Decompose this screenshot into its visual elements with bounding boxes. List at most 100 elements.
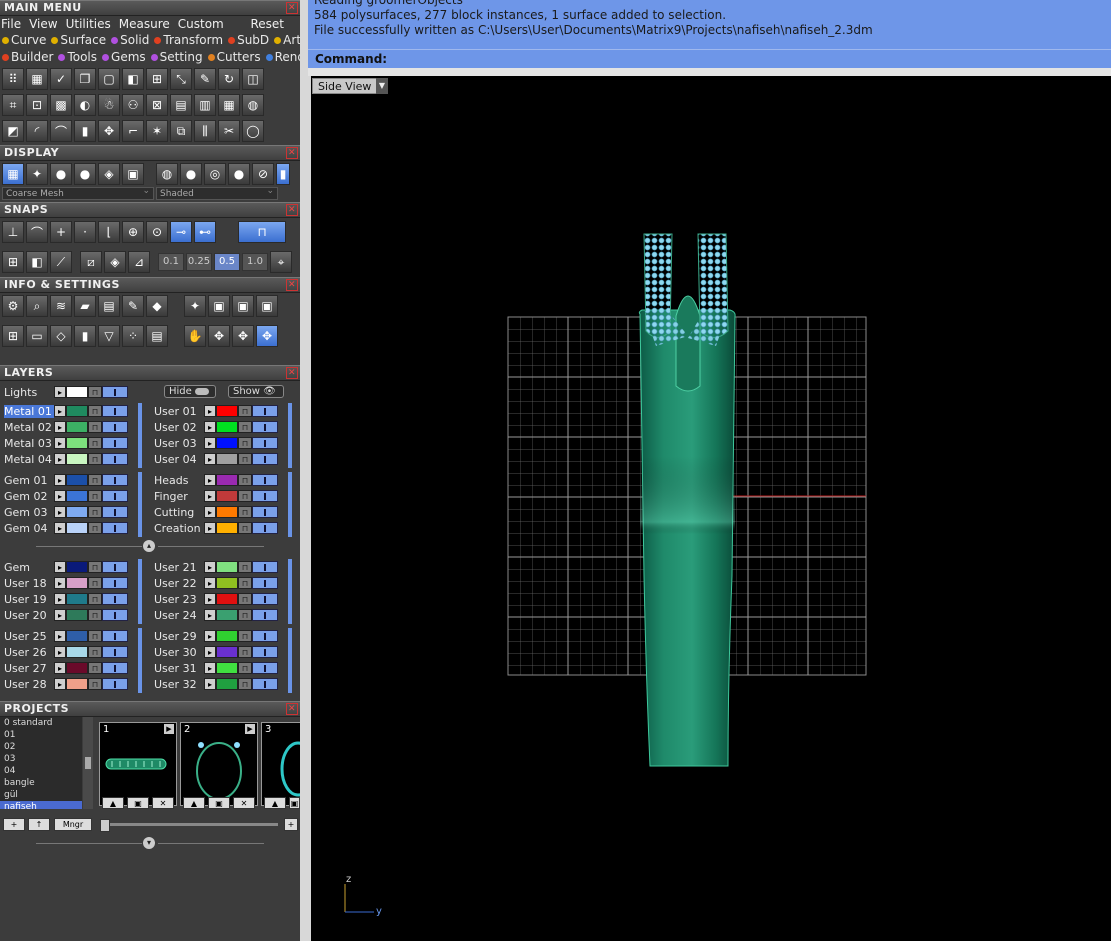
curve-dots-icon[interactable]: ⌒ <box>50 120 72 142</box>
snap-circle-icon[interactable]: ⊙ <box>146 221 168 243</box>
shade-select[interactable]: Shaded <box>156 185 278 200</box>
up-icon[interactable]: ▲ <box>102 797 124 809</box>
layer-arrow-icon[interactable]: ▸ <box>54 453 66 465</box>
tab-gems[interactable]: Gems <box>102 49 146 66</box>
axis-icon[interactable]: ⊿ <box>128 251 150 273</box>
layer-name[interactable]: User 28 <box>4 678 54 691</box>
layer-color-swatch[interactable] <box>216 678 238 690</box>
scroll-thumb[interactable] <box>85 757 91 769</box>
snap-perp-icon[interactable]: ⊥ <box>2 221 24 243</box>
layer-arrow-icon[interactable]: ▸ <box>204 593 216 605</box>
layer-name[interactable]: Heads <box>154 474 204 487</box>
sphere-ghost-icon[interactable]: ◎ <box>204 163 226 185</box>
layer-row[interactable]: User 25 ▸ ⊓ <box>4 628 128 644</box>
tile-icon[interactable]: ▦ <box>218 94 240 116</box>
layer-row[interactable]: User 29 ▸ ⊓ <box>154 628 278 644</box>
lock-icon[interactable]: ⊓ <box>238 662 252 674</box>
layer-name[interactable]: User 02 <box>154 421 204 434</box>
tab-transform[interactable]: Transform <box>154 32 223 49</box>
zoom-slider[interactable] <box>100 819 278 832</box>
up-icon[interactable]: ▲ <box>264 797 286 809</box>
stone-copy-icon[interactable]: ▣ <box>232 295 254 317</box>
layer-color-swatch[interactable] <box>66 522 88 534</box>
layer-name[interactable]: Gem 02 <box>4 490 54 503</box>
project-list-item[interactable]: gül <box>0 789 82 801</box>
layer-arrow-icon[interactable]: ▸ <box>54 662 66 674</box>
eye-plane-icon[interactable]: ◈ <box>104 251 126 273</box>
layer-arrow-icon[interactable]: ▸ <box>204 522 216 534</box>
layer-arrow-icon[interactable]: ▸ <box>204 609 216 621</box>
grid-points-icon[interactable]: ⠿ <box>2 68 24 90</box>
lock-icon[interactable]: ⊓ <box>88 662 102 674</box>
copy-icon[interactable]: ❐ <box>74 68 96 90</box>
close-icon[interactable]: ✕ <box>286 279 298 291</box>
snap-intersect-icon[interactable]: + <box>50 221 72 243</box>
layer-name[interactable]: User 03 <box>154 437 204 450</box>
layer-color-swatch[interactable] <box>216 490 238 502</box>
layer-arrow-icon[interactable]: ▸ <box>54 609 66 621</box>
play-icon[interactable]: ▶ <box>164 724 174 734</box>
scatter-icon[interactable]: ⁘ <box>122 325 144 347</box>
lock-icon[interactable]: ⊓ <box>238 522 252 534</box>
lock-icon[interactable]: ⊓ <box>238 609 252 621</box>
snap-mid-icon[interactable]: ⊸ <box>170 221 192 243</box>
layer-color-swatch[interactable] <box>66 421 88 433</box>
figure-icon[interactable]: ☃ <box>98 94 120 116</box>
layer-name[interactable]: User 31 <box>154 662 204 675</box>
layer-row[interactable]: User 24 ▸ ⊓ <box>154 607 278 623</box>
lock-icon[interactable]: ⊓ <box>88 474 102 486</box>
layer-name[interactable]: User 29 <box>154 630 204 643</box>
save-icon[interactable]: ▣ <box>208 797 230 809</box>
layer-row[interactable]: User 32 ▸ ⊓ <box>154 676 278 692</box>
layer-row[interactable]: Gem 02 ▸ ⊓ <box>4 488 128 504</box>
lights-arrow-icon[interactable]: ▸ <box>54 386 66 398</box>
lock-icon[interactable]: ⊓ <box>88 593 102 605</box>
sphere-wire-icon[interactable]: ◍ <box>156 163 178 185</box>
layer-row[interactable]: User 28 ▸ ⊓ <box>4 676 128 692</box>
layer-row[interactable]: User 02 ▸ ⊓ <box>154 419 278 435</box>
layer-row[interactable]: Metal 03 ▸ ⊓ <box>4 435 128 451</box>
sphere-gloss-icon[interactable]: ● <box>228 163 250 185</box>
layer-arrow-icon[interactable]: ▸ <box>204 577 216 589</box>
layer-name[interactable]: User 23 <box>154 593 204 606</box>
lock-icon[interactable]: ⊓ <box>88 405 102 417</box>
save-icon[interactable]: ▣ <box>289 797 300 809</box>
tab-art[interactable]: Art <box>274 32 300 49</box>
brush-icon[interactable]: ✦ <box>184 295 206 317</box>
visibility-toggle[interactable] <box>252 506 278 518</box>
layer-color-swatch[interactable] <box>66 453 88 465</box>
cut-icon[interactable]: ✂ <box>218 120 240 142</box>
visibility-toggle[interactable] <box>102 561 128 573</box>
slider-handle[interactable] <box>100 819 110 832</box>
layer-arrow-icon[interactable]: ▸ <box>54 630 66 642</box>
visibility-toggle[interactable] <box>102 646 128 658</box>
up-arrow-icon[interactable]: ↑ <box>28 818 50 831</box>
project-list-item[interactable]: 02 <box>0 741 82 753</box>
layer-group-bar[interactable] <box>138 472 142 537</box>
layer-color-swatch[interactable] <box>66 630 88 642</box>
cube-snap-icon[interactable]: ◧ <box>26 251 48 273</box>
ring-icon[interactable]: ◯ <box>242 120 264 142</box>
project-thumb-2[interactable]: 2 ▶ <box>180 722 258 806</box>
hide-button[interactable]: Hide <box>164 385 216 398</box>
layer-name[interactable]: User 32 <box>154 678 204 691</box>
layer-arrow-icon[interactable]: ▸ <box>54 646 66 658</box>
layer-arrow-icon[interactable]: ▸ <box>204 630 216 642</box>
wire-grid-icon[interactable]: ▦ <box>2 163 24 185</box>
lock-icon[interactable]: ⊓ <box>88 490 102 502</box>
stone-remove-icon[interactable]: ▣ <box>256 295 278 317</box>
layer-arrow-icon[interactable]: ▸ <box>54 506 66 518</box>
layer-name[interactable]: Creation <box>154 522 204 535</box>
layer-row[interactable]: Gem 01 ▸ ⊓ <box>4 472 128 488</box>
command-input[interactable]: Command: <box>308 49 1111 68</box>
tab-builder[interactable]: Builder <box>2 49 53 66</box>
cube-icon[interactable]: ◧ <box>122 68 144 90</box>
layer-color-swatch[interactable] <box>66 474 88 486</box>
filter-icon[interactable]: ▽ <box>98 325 120 347</box>
edit-icon[interactable]: ✎ <box>122 295 144 317</box>
lock-icon[interactable]: ⊓ <box>88 561 102 573</box>
visibility-toggle[interactable] <box>102 506 128 518</box>
layer-name[interactable]: User 26 <box>4 646 54 659</box>
layer-name[interactable]: Metal 04 <box>4 453 54 466</box>
layer-row[interactable]: User 31 ▸ ⊓ <box>154 660 278 676</box>
